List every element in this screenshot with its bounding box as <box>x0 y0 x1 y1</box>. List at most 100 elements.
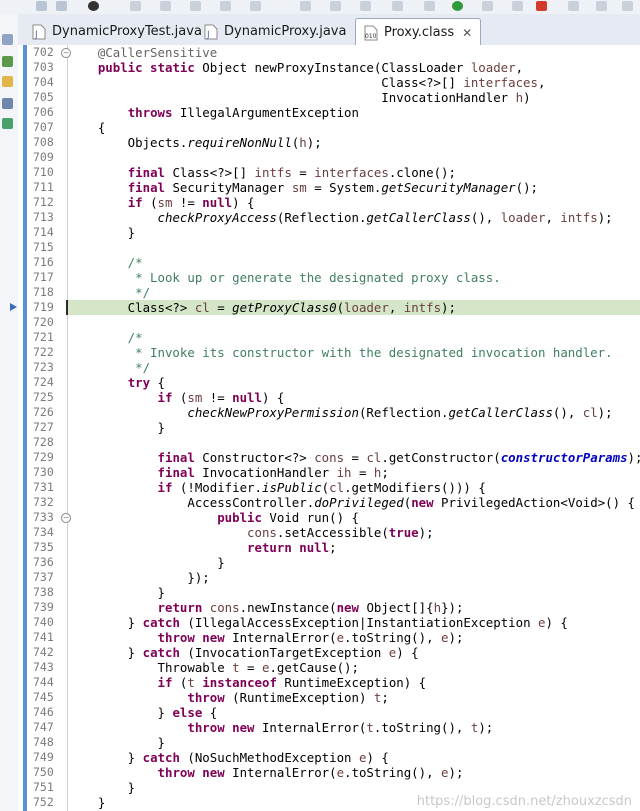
code-line[interactable]: 737 }); <box>18 570 640 585</box>
code-line[interactable]: 726 checkNewProxyPermission(Reflection.g… <box>18 405 640 420</box>
debug-icon[interactable] <box>88 1 99 11</box>
toolbar-button[interactable] <box>330 1 341 11</box>
code-line[interactable]: 725 if (sm != null) { <box>18 390 640 405</box>
code-line[interactable]: 731 if (!Modifier.isPublic(cl.getModifie… <box>18 480 640 495</box>
code-line[interactable]: 721 /* <box>18 330 640 345</box>
code-token: intfs <box>254 165 292 180</box>
code-line[interactable]: 729 final Constructor<?> cons = cl.getCo… <box>18 450 640 465</box>
code-line[interactable]: 732 AccessController.doPrivileged(new Pr… <box>18 495 640 510</box>
toolbar-button[interactable] <box>56 1 67 11</box>
code-token: AccessController. <box>68 495 315 510</box>
code-line[interactable]: 716 /* <box>18 255 640 270</box>
code-line[interactable]: 745 throw (RuntimeException) t; <box>18 690 640 705</box>
code-text: final Class<?>[] intfs = interfaces.clon… <box>68 165 456 180</box>
code-text: final SecurityManager sm = System.getSec… <box>68 180 538 195</box>
code-line[interactable]: 751 } <box>18 780 640 795</box>
line-number: 712 <box>33 195 54 209</box>
code-token: ; <box>329 540 337 555</box>
code-line[interactable]: 740 } catch (IllegalAccessException|Inst… <box>18 615 640 630</box>
code-line[interactable]: 719 Class<?> cl = getProxyClass0(loader,… <box>10 300 640 315</box>
code-token: , <box>545 210 561 225</box>
toolbar-button[interactable] <box>482 1 493 11</box>
code-line[interactable]: 718 */ <box>18 285 640 300</box>
code-token: }); <box>68 570 210 585</box>
code-line[interactable]: 703 public static Object newProxyInstanc… <box>18 60 640 75</box>
code-line[interactable]: 741 throw new InternalError(e.toString()… <box>18 630 640 645</box>
code-line[interactable]: 747 throw new InternalError(t.toString()… <box>18 720 640 735</box>
code-line[interactable]: 717 * Look up or generate the designated… <box>18 270 640 285</box>
code-line[interactable]: 711 final SecurityManager sm = System.ge… <box>18 180 640 195</box>
toolbar-button[interactable] <box>512 1 523 11</box>
code-line[interactable]: 702– @CallerSensitive <box>18 45 640 60</box>
code-line[interactable]: 704 Class<?>[] interfaces, <box>18 75 640 90</box>
code-line[interactable]: 730 final InvocationHandler ih = h; <box>18 465 640 480</box>
code-token: = <box>351 465 374 480</box>
code-line[interactable]: 724 try { <box>18 375 640 390</box>
code-line[interactable]: 727 } <box>18 420 640 435</box>
toolbar-button[interactable] <box>190 1 201 11</box>
code-line[interactable]: 744 if (t instanceof RuntimeException) { <box>18 675 640 690</box>
toolbar-button[interactable] <box>568 1 579 11</box>
toolbar-button[interactable] <box>300 1 311 11</box>
code-line[interactable]: 743 Throwable t = e.getCause(); <box>18 660 640 675</box>
tab-label: DynamicProxyTest.java <box>52 24 202 39</box>
code-token: InternalError( <box>254 720 367 735</box>
code-text: { <box>68 120 105 135</box>
code-line[interactable]: 709 <box>18 150 640 165</box>
code-line[interactable]: 738 } <box>18 585 640 600</box>
navigator-icon[interactable] <box>2 98 13 109</box>
code-line[interactable]: 708 Objects.requireNonNull(h); <box>18 135 640 150</box>
code-line[interactable]: 715 <box>18 240 640 255</box>
toolbar-button[interactable] <box>424 1 435 11</box>
tab-proxy-class[interactable]: 010 Proxy.class ✕ <box>355 18 482 46</box>
code-line[interactable]: 706 throws IllegalArgumentException <box>18 105 640 120</box>
code-line[interactable]: 723 */ <box>18 360 640 375</box>
code-line[interactable]: 714 } <box>18 225 640 240</box>
code-token: ); <box>448 630 464 645</box>
code-line[interactable]: 713 checkProxyAccess(Reflection.getCalle… <box>18 210 640 225</box>
watermark: https://blog.csdn.net/zhouxzcsdn <box>416 794 632 809</box>
toolbar-button[interactable] <box>36 1 47 11</box>
code-editor[interactable]: 702– @CallerSensitive 703 public static O… <box>10 45 640 811</box>
code-line[interactable]: 722 * Invoke its constructor with the de… <box>18 345 640 360</box>
toolbar-button[interactable] <box>596 1 607 11</box>
code-line[interactable]: 728 <box>18 435 640 450</box>
code-line[interactable]: 707 { <box>18 120 640 135</box>
toolbar-button[interactable] <box>130 1 141 11</box>
tab-dynamicproxy[interactable]: J DynamicProxy.java <box>198 18 352 45</box>
code-line[interactable]: 733– public Void run() { <box>18 510 640 525</box>
close-icon[interactable]: ✕ <box>462 26 472 40</box>
package-explorer-icon[interactable] <box>2 34 13 45</box>
toolbar-button[interactable] <box>220 1 231 11</box>
code-text: if (sm != null) { <box>68 390 285 405</box>
code-line[interactable]: 705 InvocationHandler h) <box>18 90 640 105</box>
code-token: = System. <box>306 180 382 195</box>
code-line[interactable]: 749 } catch (NoSuchMethodException e) { <box>18 750 640 765</box>
toolbar-button[interactable] <box>622 1 633 11</box>
code-line[interactable]: 739 return cons.newInstance(new Object[]… <box>18 600 640 615</box>
toolbar-button[interactable] <box>360 1 371 11</box>
code-line[interactable]: 748 } <box>18 735 640 750</box>
folder-icon[interactable] <box>2 76 13 87</box>
toolbar-button[interactable] <box>250 1 261 11</box>
code-line[interactable]: 750 throw new InternalError(e.toString()… <box>18 765 640 780</box>
run-icon[interactable] <box>452 1 463 11</box>
code-line[interactable]: 734 cons.setAccessible(true); <box>18 525 640 540</box>
outline-icon[interactable] <box>2 118 13 129</box>
hierarchy-icon[interactable] <box>2 56 13 67</box>
code-line[interactable]: 735 return null; <box>18 540 640 555</box>
code-line[interactable]: 712 if (sm != null) { <box>18 195 640 210</box>
code-line[interactable]: 746 } else { <box>18 705 640 720</box>
code-line[interactable]: 742 } catch (InvocationTargetException e… <box>18 645 640 660</box>
code-token: h <box>433 600 442 615</box>
code-line[interactable]: 720 <box>18 315 640 330</box>
stop-icon[interactable] <box>536 1 547 11</box>
tab-dynamicproxytest[interactable]: J DynamicProxyTest.java <box>26 18 208 45</box>
toolbar-button[interactable] <box>392 1 403 11</box>
code-token: = <box>344 450 367 465</box>
toolbar-button[interactable] <box>160 1 171 11</box>
code-line[interactable]: 736 } <box>18 555 640 570</box>
code-line[interactable]: 710 final Class<?>[] intfs = interfaces.… <box>18 165 640 180</box>
code-token: t <box>366 720 374 735</box>
